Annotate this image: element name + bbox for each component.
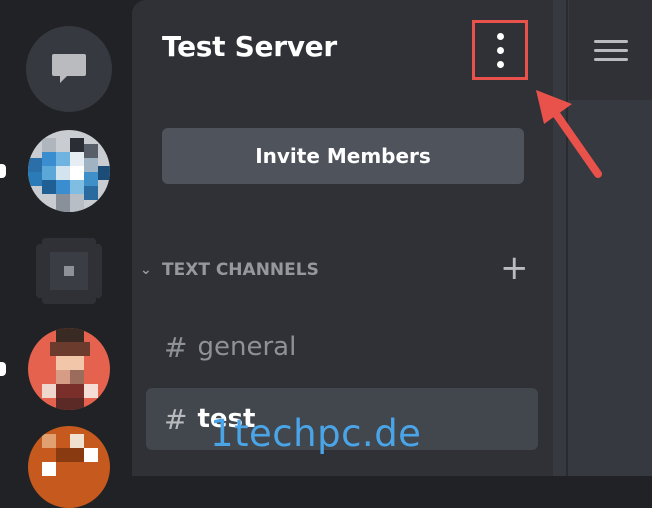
server-avatar-image	[28, 426, 110, 508]
plus-icon[interactable]: +	[500, 251, 529, 285]
server-icon-2[interactable]	[28, 230, 110, 312]
channel-item-general[interactable]: # general	[146, 316, 538, 378]
direct-messages-button[interactable]	[26, 26, 112, 112]
server-rail	[0, 0, 132, 508]
category-label: TEXT CHANNELS	[162, 260, 319, 280]
server-name: Test Server	[162, 30, 337, 63]
chevron-down-icon: ⌄	[140, 262, 152, 278]
server-menu-button[interactable]	[472, 20, 528, 80]
server-avatar-image	[28, 328, 110, 410]
watermark-text: 1techpc.de	[210, 412, 422, 455]
kebab-menu-icon-dot	[496, 46, 504, 54]
unread-indicator	[0, 362, 6, 376]
chat-bubble-icon	[52, 54, 86, 83]
server-icon-1[interactable]	[28, 130, 110, 212]
kebab-menu-icon-dot	[496, 60, 504, 68]
hash-icon: #	[164, 402, 188, 436]
channel-sidebar: Test Server Invite Members ⌄ TEXT CHANNE…	[132, 0, 553, 476]
channel-label: general	[197, 332, 297, 362]
annotation-arrow	[536, 90, 602, 178]
kebab-menu-icon	[496, 32, 504, 40]
unread-indicator	[0, 164, 6, 178]
server-avatar-image	[28, 230, 110, 312]
panel-divider	[566, 0, 568, 476]
hamburger-icon[interactable]	[593, 39, 628, 61]
category-text-channels[interactable]: ⌄ TEXT CHANNELS	[140, 256, 530, 284]
hash-icon: #	[164, 330, 188, 364]
server-avatar-image	[28, 130, 110, 212]
server-icon-3[interactable]	[28, 328, 110, 410]
server-icon-4[interactable]	[28, 426, 110, 508]
invite-members-button[interactable]: Invite Members	[162, 128, 524, 184]
chat-header	[569, 0, 652, 100]
